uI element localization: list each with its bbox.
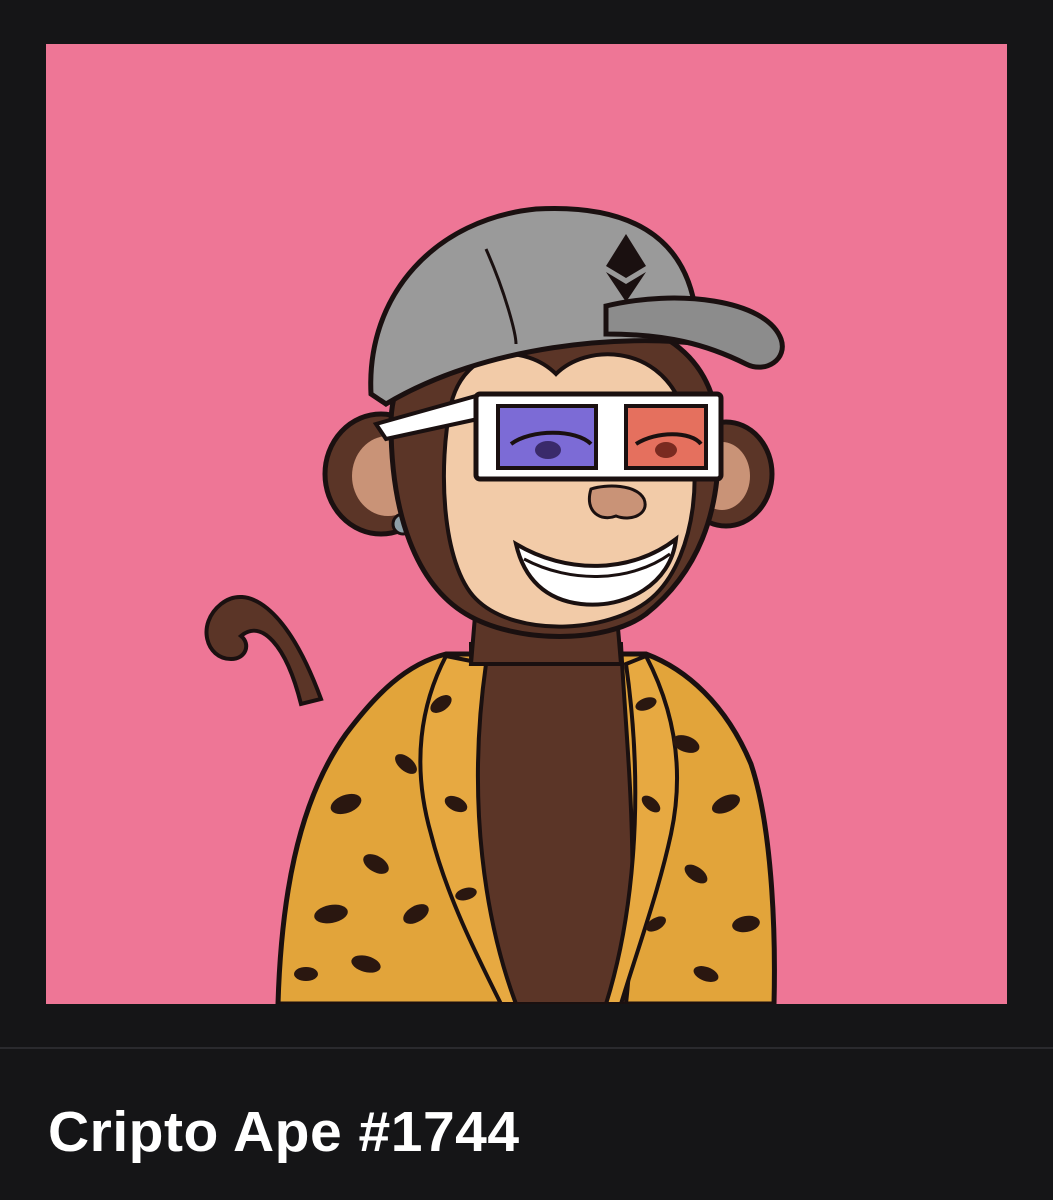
divider [0, 1047, 1053, 1049]
ape-illustration [46, 44, 1007, 1004]
nft-title: Cripto Ape #1744 [48, 1100, 520, 1164]
nft-artwork[interactable] [46, 44, 1007, 1004]
nft-card: Cripto Ape #1744 [0, 0, 1053, 1200]
nose [587, 484, 647, 520]
